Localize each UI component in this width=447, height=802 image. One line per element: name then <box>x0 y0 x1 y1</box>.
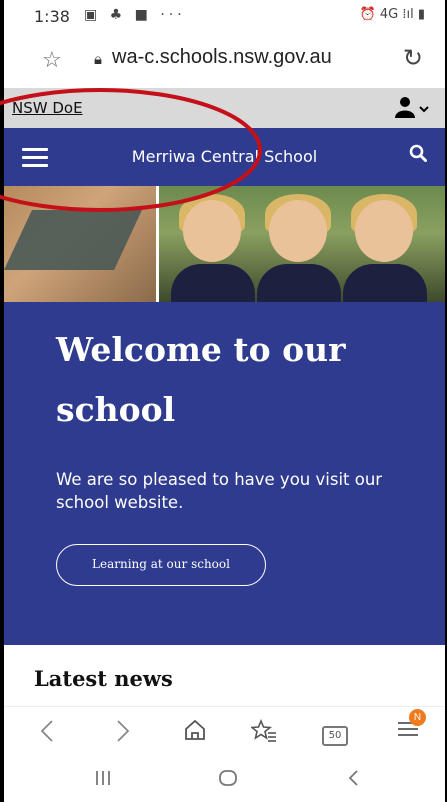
user-icon[interactable] <box>395 96 429 123</box>
android-nav-bar <box>4 758 445 802</box>
user-account-dropdown-icon <box>395 97 429 118</box>
bookmarks-icon[interactable] <box>249 718 277 749</box>
student-uniform <box>257 264 341 302</box>
search-magnifier-icon <box>409 144 427 162</box>
back-button-icon[interactable] <box>346 768 360 792</box>
forward-icon[interactable] <box>116 719 130 749</box>
url-text[interactable]: wa-c.schools.nsw.gov.au <box>112 46 332 69</box>
chevron-right-icon <box>117 720 130 742</box>
system-status-icons: ⏰ 4G ⁞ıl ▮ <box>359 7 425 22</box>
welcome-section: Welcome to our school We are so pleased … <box>4 302 445 645</box>
bookmark-star-icon[interactable]: ☆ <box>42 48 62 73</box>
sundial-shape <box>4 210 142 270</box>
address-bar[interactable]: ☆ 🔒︎ wa-c.schools.nsw.gov.au ↻ <box>4 30 445 88</box>
learning-button[interactable]: Learning at our school <box>56 544 266 586</box>
notification-badge: N <box>409 709 426 726</box>
lock-icon: 🔒︎ <box>94 50 102 68</box>
menu-icon[interactable]: N <box>396 709 426 745</box>
recent-apps-icon[interactable] <box>94 768 112 792</box>
tabs-count: 50 <box>322 726 348 746</box>
house-icon <box>185 719 205 740</box>
chevron-left-small-icon <box>348 770 358 786</box>
student-face <box>269 200 327 262</box>
hero-image <box>4 186 445 302</box>
student-face <box>355 200 413 262</box>
latest-news-heading: Latest news <box>34 666 173 691</box>
site-header: Merriwa Central School <box>4 128 445 186</box>
browser-toolbar: 50 N <box>4 706 445 759</box>
back-icon[interactable] <box>40 719 54 749</box>
rounded-square-icon <box>219 770 237 786</box>
site-title[interactable]: Merriwa Central School <box>4 147 445 166</box>
nsw-doe-link[interactable]: NSW DoE <box>12 99 83 117</box>
welcome-heading: Welcome to our school <box>56 330 346 429</box>
students-photo <box>159 186 445 302</box>
star-list-icon <box>249 718 276 742</box>
recents-bars-icon <box>96 771 110 785</box>
student-uniform <box>343 264 427 302</box>
search-icon[interactable] <box>409 144 427 167</box>
status-time: 1:38 <box>34 7 70 26</box>
reload-icon[interactable]: ↻ <box>403 44 423 72</box>
student-face <box>183 200 241 262</box>
notification-icons: ▣ ♣ ■ ··· <box>84 7 186 23</box>
tabs-icon[interactable]: 50 <box>322 719 348 746</box>
utility-bar: NSW DoE <box>4 88 445 128</box>
student-uniform <box>171 264 255 302</box>
welcome-text: We are so pleased to have you visit our … <box>56 470 383 512</box>
home-button-icon[interactable] <box>218 768 238 792</box>
phone-screen: 1:38 ▣ ♣ ■ ··· ⏰ 4G ⁞ıl ▮ ☆ 🔒︎ wa-c.scho… <box>4 0 445 802</box>
chevron-left-icon <box>40 720 53 742</box>
status-bar: 1:38 ▣ ♣ ■ ··· ⏰ 4G ⁞ıl ▮ <box>4 0 445 30</box>
home-icon[interactable] <box>184 719 206 747</box>
sundial-photo <box>4 186 156 302</box>
